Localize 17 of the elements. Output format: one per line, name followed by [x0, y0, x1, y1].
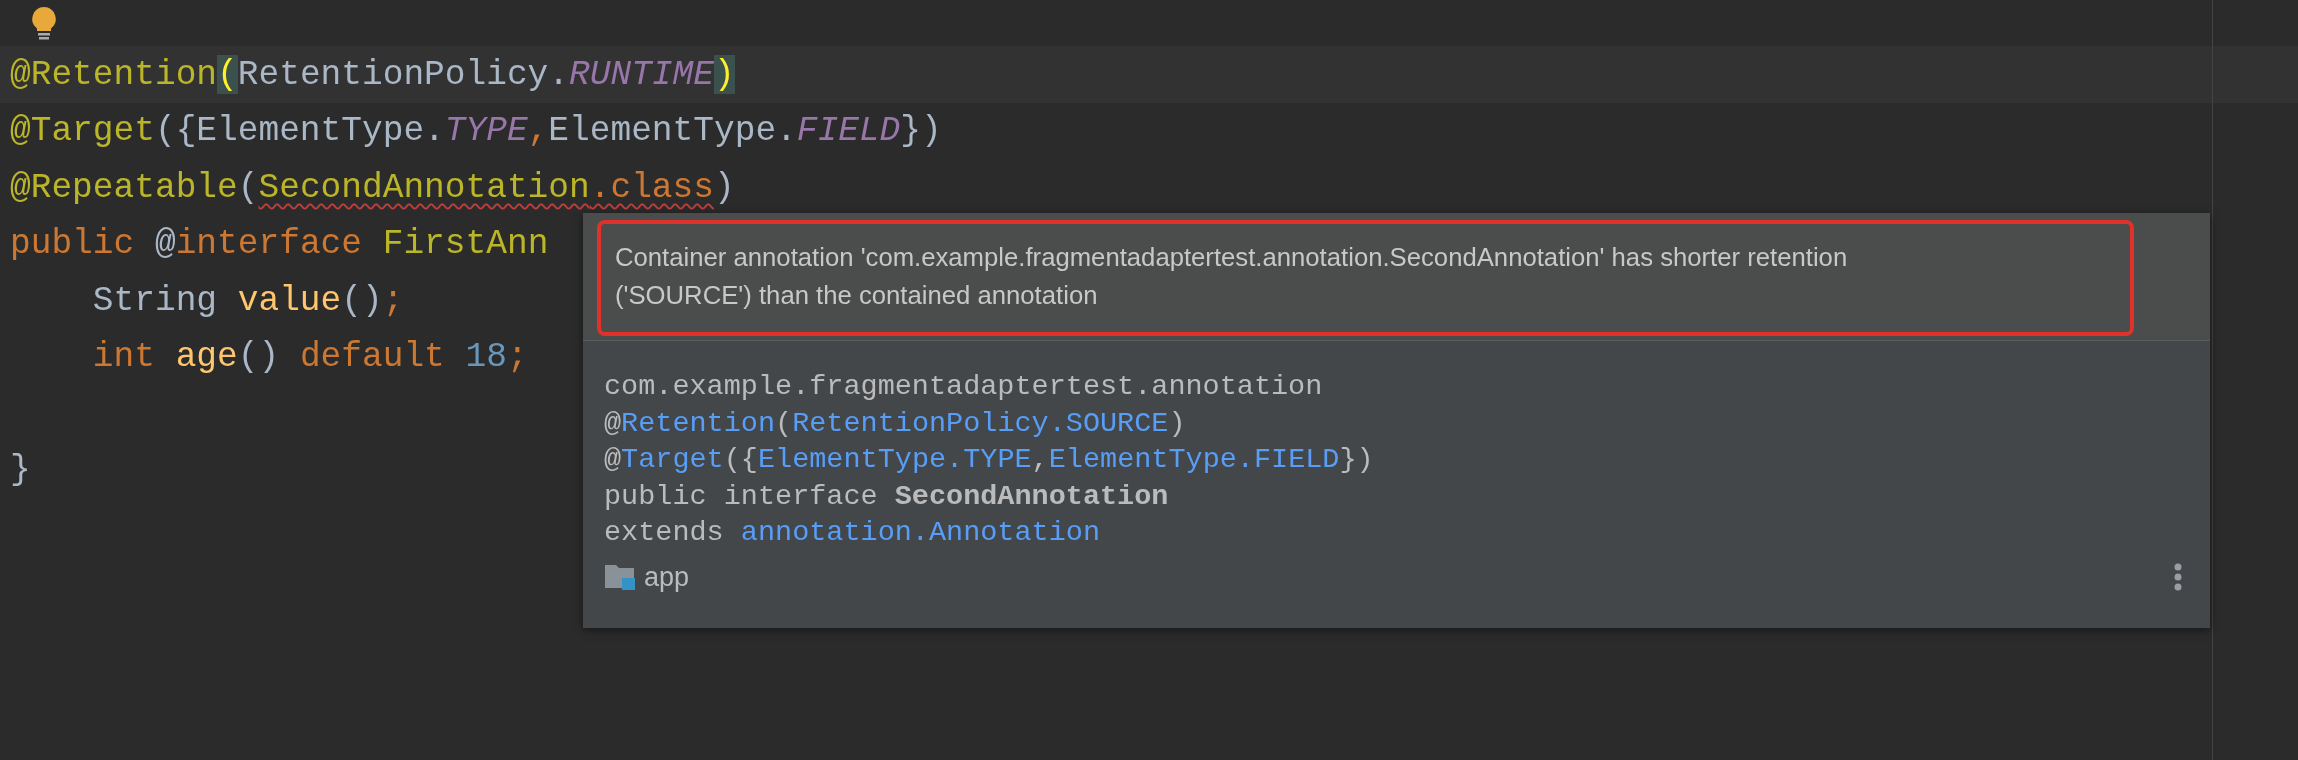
documentation-line: com.example.fragmentadaptertest.annotation	[604, 369, 1324, 405]
module-folder-icon	[604, 563, 638, 591]
code-line: @Repeatable(SecondAnnotation.class)	[10, 167, 735, 207]
code-line: int age() default 18;	[91, 337, 528, 377]
code-line: @Retention(RetentionPolicy.RUNTIME)	[10, 54, 735, 94]
documentation-line: public interface SecondAnnotation	[604, 478, 1170, 515]
more-options-icon[interactable]	[2173, 562, 2183, 592]
module-name: app	[644, 561, 690, 593]
code-line: public @interface FirstAnn	[10, 224, 549, 264]
code-line: @Target({ElementType.TYPE,ElementType.FIELD})	[10, 111, 942, 151]
lightbulb-icon[interactable]	[31, 6, 57, 40]
code-line: }	[10, 450, 31, 490]
code-line: String value();	[91, 280, 404, 320]
documentation-line: extends annotation.Annotation	[604, 515, 1101, 551]
documentation-line: @Target({ElementType.TYPE,ElementType.FIELD})	[604, 442, 1375, 478]
warning-message: Container annotation 'com.example.fragmentadaptertest.annotation.SecondAnnotation' has shorter retention ('SOURCE') than the contained annotation	[597, 220, 2134, 336]
documentation-line: @Retention(RetentionPolicy.SOURCE)	[604, 405, 1187, 442]
